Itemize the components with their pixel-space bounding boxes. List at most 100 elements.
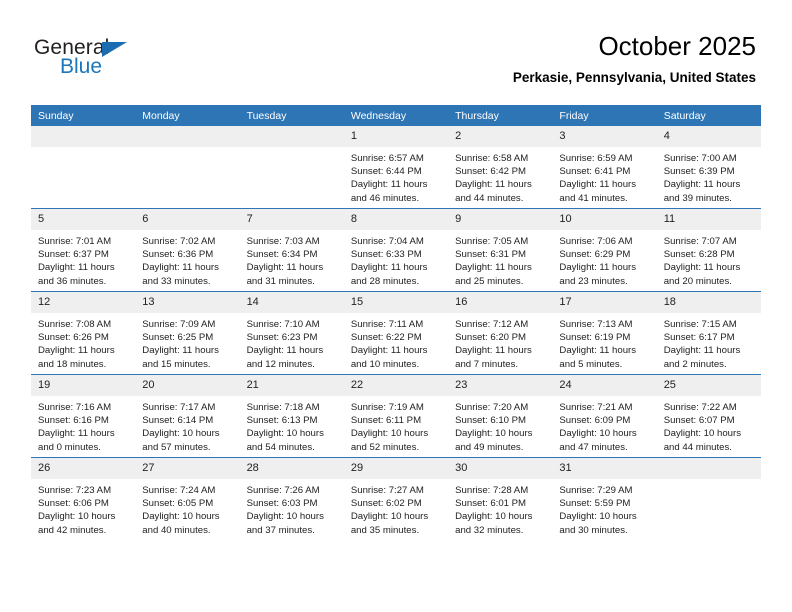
daylight-text-line1: Daylight: 11 hours [663, 345, 741, 357]
daylight-text-line1: Daylight: 10 hours [246, 511, 324, 523]
sunrise-text: Sunrise: 7:13 AM [559, 319, 633, 330]
day-details: Sunrise: 7:24 AM Sunset: 6:05 PM Dayligh… [135, 479, 239, 537]
sunrise-text: Sunrise: 7:05 AM [455, 236, 529, 247]
day-details [657, 479, 761, 484]
day-cell[interactable] [656, 457, 761, 540]
day-cell[interactable] [31, 126, 136, 209]
daylight-text-line1: Daylight: 11 hours [38, 262, 115, 274]
day-cell[interactable]: 14 Sunrise: 7:10 AM Sunset: 6:23 PM Dayl… [239, 291, 344, 375]
day-number [31, 126, 136, 147]
sunrise-text: Sunrise: 7:12 AM [455, 319, 529, 330]
day-cell[interactable]: 26 Sunrise: 7:23 AM Sunset: 6:06 PM Dayl… [31, 457, 136, 540]
day-cell[interactable]: 13 Sunrise: 7:09 AM Sunset: 6:25 PM Dayl… [135, 291, 240, 375]
day-cell[interactable]: 23 Sunrise: 7:20 AM Sunset: 6:10 PM Dayl… [448, 374, 553, 458]
day-details: Sunrise: 7:02 AM Sunset: 6:36 PM Dayligh… [135, 230, 239, 288]
calendar-page: General Blue October 2025 Perkasie, Penn… [0, 0, 792, 612]
sunrise-text: Sunrise: 7:24 AM [142, 485, 216, 496]
daylight-text-line1: Daylight: 11 hours [559, 262, 637, 274]
daylight-text-line2: and 39 minutes. [663, 192, 732, 204]
sunrise-text: Sunrise: 7:15 AM [663, 319, 737, 330]
daylight-text-line2: and 49 minutes. [455, 441, 524, 453]
day-cell[interactable]: 30 Sunrise: 7:28 AM Sunset: 6:01 PM Dayl… [448, 457, 553, 540]
day-cell[interactable]: 20 Sunrise: 7:17 AM Sunset: 6:14 PM Dayl… [135, 374, 240, 458]
day-details: Sunrise: 7:15 AM Sunset: 6:17 PM Dayligh… [657, 313, 761, 371]
day-cell[interactable]: 22 Sunrise: 7:19 AM Sunset: 6:11 PM Dayl… [343, 374, 449, 458]
daylight-text-line1: Daylight: 11 hours [38, 345, 115, 357]
sunset-text: Sunset: 6:19 PM [559, 332, 631, 344]
daylight-text-line1: Daylight: 11 hours [246, 345, 324, 357]
day-number: 6 [135, 209, 240, 230]
day-number [239, 126, 344, 147]
day-details [31, 147, 135, 152]
daylight-text-line1: Daylight: 11 hours [663, 262, 741, 274]
daylight-text-line1: Daylight: 11 hours [350, 179, 428, 191]
daylight-text-line1: Daylight: 10 hours [350, 511, 429, 523]
sunrise-text: Sunrise: 6:57 AM [350, 153, 424, 164]
daylight-text-line1: Daylight: 11 hours [142, 262, 219, 274]
sunset-text: Sunset: 6:06 PM [38, 498, 109, 510]
day-cell[interactable]: 12 Sunrise: 7:08 AM Sunset: 6:26 PM Dayl… [31, 291, 136, 375]
day-cell[interactable]: 6 Sunrise: 7:02 AM Sunset: 6:36 PM Dayli… [135, 208, 240, 292]
sunrise-text: Sunrise: 7:04 AM [350, 236, 424, 247]
day-number: 24 [552, 375, 657, 396]
day-cell[interactable]: 1 Sunrise: 6:57 AM Sunset: 6:44 PM Dayli… [343, 126, 449, 209]
sunrise-text: Sunrise: 7:19 AM [350, 402, 424, 413]
sunset-text: Sunset: 6:25 PM [142, 332, 214, 344]
sunrise-text: Sunrise: 7:07 AM [663, 236, 737, 247]
day-details: Sunrise: 7:04 AM Sunset: 6:33 PM Dayligh… [344, 230, 448, 288]
day-cell[interactable]: 11 Sunrise: 7:07 AM Sunset: 6:28 PM Dayl… [656, 208, 761, 292]
generalblue-logo[interactable]: General Blue [34, 36, 214, 84]
day-cell[interactable]: 5 Sunrise: 7:01 AM Sunset: 6:37 PM Dayli… [31, 208, 136, 292]
daylight-text-line1: Daylight: 10 hours [142, 511, 220, 523]
day-cell[interactable]: 31 Sunrise: 7:29 AM Sunset: 5:59 PM Dayl… [552, 457, 657, 540]
daylight-text-line1: Daylight: 10 hours [559, 428, 637, 440]
day-cell[interactable]: 2 Sunrise: 6:58 AM Sunset: 6:42 PM Dayli… [448, 126, 553, 209]
day-number: 12 [31, 292, 136, 313]
day-number: 7 [239, 209, 344, 230]
day-details: Sunrise: 7:28 AM Sunset: 6:01 PM Dayligh… [448, 479, 552, 537]
day-details: Sunrise: 6:59 AM Sunset: 6:41 PM Dayligh… [552, 147, 656, 205]
day-cell[interactable]: 16 Sunrise: 7:12 AM Sunset: 6:20 PM Dayl… [448, 291, 553, 375]
sunset-text: Sunset: 6:10 PM [455, 415, 527, 427]
day-cell[interactable]: 3 Sunrise: 6:59 AM Sunset: 6:41 PM Dayli… [552, 126, 657, 209]
day-cell[interactable]: 27 Sunrise: 7:24 AM Sunset: 6:05 PM Dayl… [135, 457, 240, 540]
day-cell[interactable]: 21 Sunrise: 7:18 AM Sunset: 6:13 PM Dayl… [239, 374, 344, 458]
day-cell[interactable]: 24 Sunrise: 7:21 AM Sunset: 6:09 PM Dayl… [552, 374, 657, 458]
day-cell[interactable]: 8 Sunrise: 7:04 AM Sunset: 6:33 PM Dayli… [343, 208, 449, 292]
day-cell[interactable]: 28 Sunrise: 7:26 AM Sunset: 6:03 PM Dayl… [239, 457, 344, 540]
sunset-text: Sunset: 6:05 PM [142, 498, 214, 510]
daylight-text-line2: and 46 minutes. [350, 192, 420, 204]
day-number: 16 [448, 292, 553, 313]
day-cell[interactable]: 7 Sunrise: 7:03 AM Sunset: 6:34 PM Dayli… [239, 208, 344, 292]
day-number: 1 [343, 126, 449, 147]
sunset-text: Sunset: 6:44 PM [350, 166, 422, 178]
day-cell[interactable]: 10 Sunrise: 7:06 AM Sunset: 6:29 PM Dayl… [552, 208, 657, 292]
sunrise-text: Sunrise: 7:21 AM [559, 402, 633, 413]
day-number: 27 [135, 458, 240, 479]
sunrise-text: Sunrise: 7:28 AM [455, 485, 529, 496]
day-cell[interactable]: 17 Sunrise: 7:13 AM Sunset: 6:19 PM Dayl… [552, 291, 657, 375]
day-cell[interactable]: 25 Sunrise: 7:22 AM Sunset: 6:07 PM Dayl… [656, 374, 761, 458]
sunrise-text: Sunrise: 7:26 AM [246, 485, 320, 496]
day-details: Sunrise: 7:18 AM Sunset: 6:13 PM Dayligh… [240, 396, 344, 454]
day-cell[interactable] [135, 126, 240, 209]
daylight-text-line1: Daylight: 11 hours [455, 179, 532, 191]
daylight-text-line1: Daylight: 10 hours [663, 428, 742, 440]
sunset-text: Sunset: 6:07 PM [663, 415, 735, 427]
sunrise-text: Sunrise: 7:17 AM [142, 402, 216, 413]
day-cell[interactable]: 29 Sunrise: 7:27 AM Sunset: 6:02 PM Dayl… [343, 457, 449, 540]
day-cell[interactable]: 18 Sunrise: 7:15 AM Sunset: 6:17 PM Dayl… [656, 291, 761, 375]
day-cell[interactable]: 9 Sunrise: 7:05 AM Sunset: 6:31 PM Dayli… [448, 208, 553, 292]
day-cell[interactable]: 19 Sunrise: 7:16 AM Sunset: 6:16 PM Dayl… [31, 374, 136, 458]
daylight-text-line2: and 23 minutes. [559, 275, 628, 287]
day-cell[interactable]: 4 Sunrise: 7:00 AM Sunset: 6:39 PM Dayli… [656, 126, 761, 209]
day-cell[interactable]: 15 Sunrise: 7:11 AM Sunset: 6:22 PM Dayl… [343, 291, 449, 375]
daylight-text-line2: and 35 minutes. [350, 524, 420, 536]
daylight-text-line2: and 5 minutes. [559, 358, 623, 370]
sunset-text: Sunset: 6:16 PM [38, 415, 109, 427]
calendar-body: 1 Sunrise: 6:57 AM Sunset: 6:44 PM Dayli… [31, 126, 761, 540]
sunrise-text: Sunrise: 7:10 AM [246, 319, 320, 330]
day-cell[interactable] [239, 126, 344, 209]
sunset-text: Sunset: 6:41 PM [559, 166, 631, 178]
day-details: Sunrise: 7:20 AM Sunset: 6:10 PM Dayligh… [448, 396, 552, 454]
